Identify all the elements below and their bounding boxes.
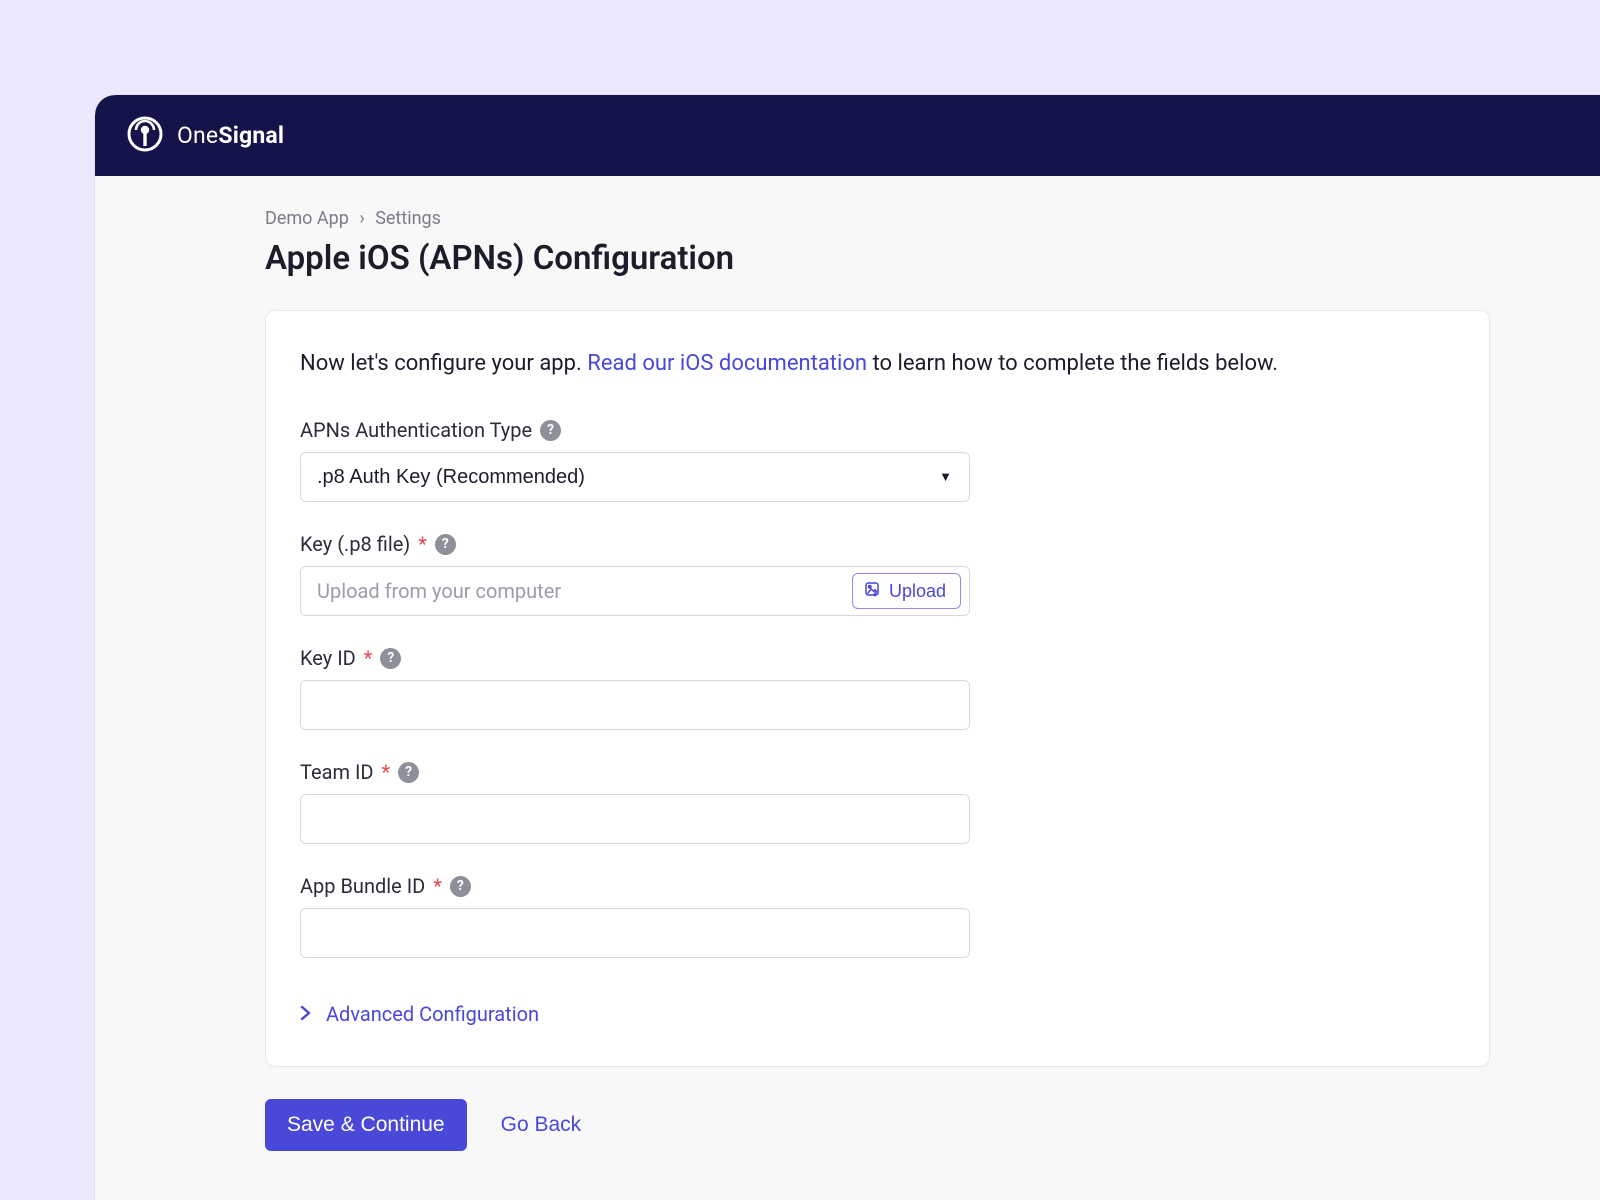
help-icon[interactable]: ?: [450, 876, 471, 897]
key-id-label: Key ID: [300, 646, 356, 670]
required-mark: *: [382, 760, 391, 784]
breadcrumb-app[interactable]: Demo App: [265, 208, 349, 229]
team-id-input[interactable]: [300, 794, 970, 844]
bundle-id-label: App Bundle ID: [300, 874, 425, 898]
intro-text: Now let's configure your app. Read our i…: [300, 351, 1455, 376]
team-id-label: Team ID: [300, 760, 374, 784]
advanced-config-label: Advanced Configuration: [326, 1002, 539, 1026]
breadcrumb-settings[interactable]: Settings: [375, 208, 441, 229]
key-file-input[interactable]: Upload from your computer Upload: [300, 566, 970, 616]
help-icon[interactable]: ?: [380, 648, 401, 669]
config-card: Now let's configure your app. Read our i…: [265, 310, 1490, 1067]
key-file-label: Key (.p8 file): [300, 532, 410, 556]
chevron-right-icon: [300, 1002, 312, 1026]
docs-link[interactable]: Read our iOS documentation: [587, 351, 867, 376]
bundle-id-field: App Bundle ID * ?: [300, 874, 1455, 958]
key-id-input[interactable]: [300, 680, 970, 730]
help-icon[interactable]: ?: [398, 762, 419, 783]
help-icon[interactable]: ?: [540, 420, 561, 441]
required-mark: *: [418, 532, 427, 556]
bundle-id-input[interactable]: [300, 908, 970, 958]
upload-placeholder: Upload from your computer: [317, 579, 852, 603]
advanced-config-toggle[interactable]: Advanced Configuration: [300, 1002, 1455, 1026]
breadcrumb: Demo App › Settings: [265, 208, 1600, 229]
brand-logo[interactable]: OneSignal: [127, 116, 284, 156]
brand-icon: [127, 116, 163, 156]
auth-type-label: APNs Authentication Type: [300, 418, 532, 442]
breadcrumb-sep-icon: ›: [359, 208, 364, 229]
actions: Save & Continue Go Back: [265, 1099, 1600, 1151]
upload-icon: [863, 580, 881, 603]
app-window: OneSignal Demo App › Settings Apple iOS …: [95, 95, 1600, 1200]
key-id-field: Key ID * ?: [300, 646, 1455, 730]
brand-name: OneSignal: [177, 122, 284, 149]
key-file-field: Key (.p8 file) * ? Upload from your comp…: [300, 532, 1455, 616]
save-continue-button[interactable]: Save & Continue: [265, 1099, 467, 1151]
auth-type-select[interactable]: .p8 Auth Key (Recommended): [300, 452, 970, 502]
required-mark: *: [433, 874, 442, 898]
page-content: Demo App › Settings Apple iOS (APNs) Con…: [95, 176, 1600, 1151]
header-bar: OneSignal: [95, 95, 1600, 176]
upload-button[interactable]: Upload: [852, 573, 961, 609]
help-icon[interactable]: ?: [435, 534, 456, 555]
team-id-field: Team ID * ?: [300, 760, 1455, 844]
page-title: Apple iOS (APNs) Configuration: [265, 239, 1600, 278]
auth-type-field: APNs Authentication Type ? .p8 Auth Key …: [300, 418, 1455, 502]
required-mark: *: [364, 646, 373, 670]
go-back-button[interactable]: Go Back: [501, 1113, 582, 1137]
